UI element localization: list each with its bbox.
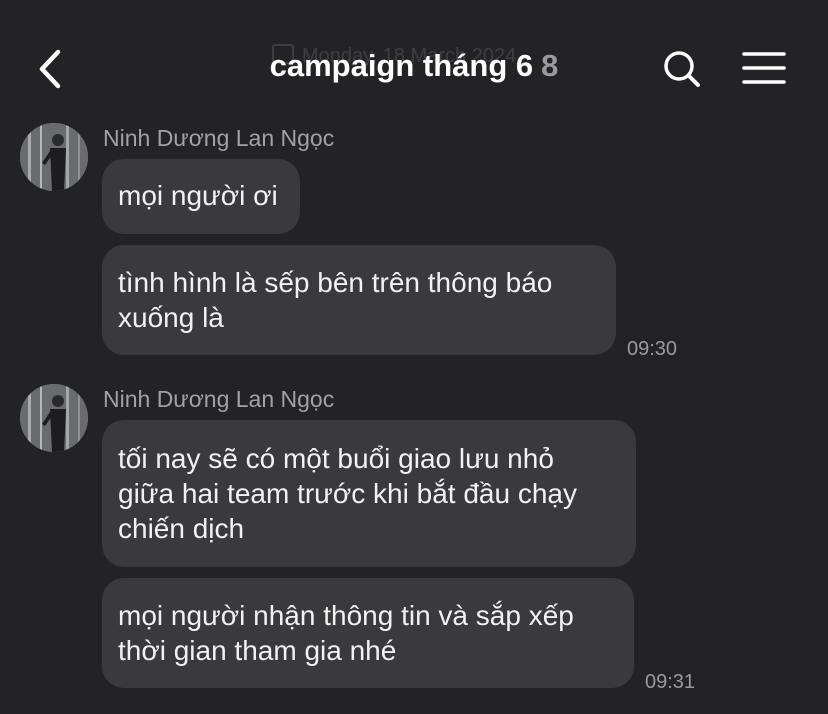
hamburger-menu-icon — [742, 52, 786, 84]
search-button[interactable] — [660, 48, 706, 90]
search-icon — [664, 51, 700, 87]
avatar-photo — [20, 384, 88, 452]
message-text-line: mọi người ơi — [118, 180, 278, 211]
avatar-photo — [20, 123, 88, 191]
conversation-name: campaign tháng 6 — [269, 48, 534, 83]
message-text-line: tối nay sẽ có một buổi giao lưu nhỏ — [118, 443, 554, 474]
message-text-line: xuống là — [118, 302, 224, 333]
message-bubble[interactable]: mọi người nhận thông tin và sắp xếp thời… — [102, 578, 634, 688]
chat-header: Monday, 18 March 2024 campaign tháng 68 — [0, 0, 828, 120]
message-timestamp: 09:30 — [627, 338, 678, 360]
sender-name: Ninh Dương Lan Ngọc — [103, 125, 335, 151]
message-text-line: thời gian tham gia nhé — [118, 635, 397, 666]
message-text-line: mọi người nhận thông tin và sắp xếp — [118, 600, 574, 631]
message-bubble[interactable]: mọi người ơi — [102, 159, 300, 234]
member-count: 8 — [541, 48, 559, 83]
sender-avatar[interactable] — [20, 123, 88, 191]
message-bubble[interactable]: tối nay sẽ có một buổi giao lưu nhỏ giữa… — [102, 420, 636, 567]
message-text-line: giữa hai team trước khi bắt đầu chạy — [118, 478, 577, 509]
sender-name: Ninh Dương Lan Ngọc — [103, 386, 335, 412]
message-text-line: tình hình là sếp bên trên thông báo — [118, 267, 553, 298]
message-text-line: chiến dịch — [118, 513, 245, 544]
message-bubble[interactable]: tình hình là sếp bên trên thông báo xuốn… — [102, 245, 616, 355]
message-timestamp: 09:31 — [645, 671, 696, 693]
menu-button[interactable] — [740, 50, 788, 86]
sender-avatar[interactable] — [20, 384, 88, 452]
